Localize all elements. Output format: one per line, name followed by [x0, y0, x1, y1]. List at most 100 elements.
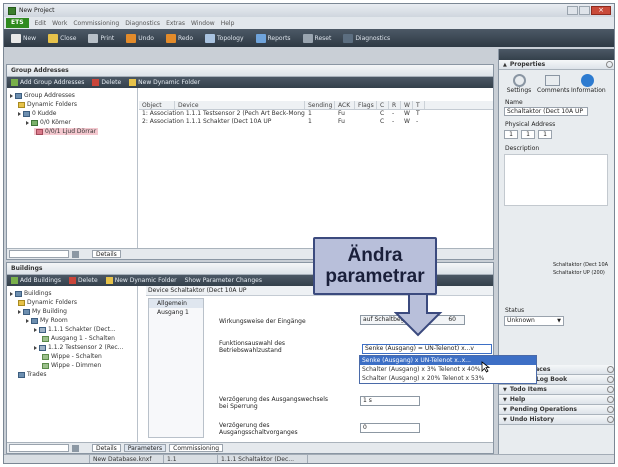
add-buildings-button[interactable]: Add Buildings: [11, 277, 61, 284]
menu-item-work[interactable]: Work: [52, 20, 67, 27]
group-address-icon: [36, 128, 43, 135]
menu-item-help[interactable]: Help: [221, 20, 235, 27]
dropdown-option[interactable]: Schalter (Ausgang) x 20% Telenot x 53%: [360, 374, 536, 383]
col-t[interactable]: T: [413, 101, 425, 109]
print-button[interactable]: Print: [85, 32, 117, 45]
param-tab-allgemein[interactable]: Allgemein: [149, 299, 203, 308]
col-w[interactable]: W: [401, 101, 413, 109]
filter-input[interactable]: [9, 444, 69, 452]
menu-item-edit[interactable]: Edit: [35, 20, 47, 27]
new-dynamic-folder-button[interactable]: New Dynamic Folder: [105, 277, 177, 284]
maximize-button[interactable]: [579, 6, 590, 15]
tab-commissioning[interactable]: Commissioning: [169, 444, 224, 452]
tree-item-komer[interactable]: 0/0 Kömer: [26, 119, 71, 126]
add-group-addresses-button[interactable]: Add Group Addresses: [11, 79, 84, 86]
address-line-input[interactable]: 1: [521, 130, 535, 139]
table-row[interactable]: 1: Association 1.1.1 Testsensor 2 (Pech …: [139, 110, 493, 118]
pin-icon[interactable]: [607, 406, 614, 413]
tree-item-schaltaktor[interactable]: 1.1.1 Schakter (Dect...: [34, 326, 116, 333]
tab-information[interactable]: Information: [571, 74, 606, 94]
tree-item-wippe-schalten[interactable]: Wippe - Schalten: [42, 353, 102, 360]
tree-item-group-addresses[interactable]: Group Addresses: [10, 92, 75, 99]
redo-button[interactable]: Redo: [163, 32, 196, 45]
tree-item-kudde[interactable]: 0 Kudde: [18, 110, 56, 117]
description-input[interactable]: [504, 154, 608, 206]
tree-item-ausgang[interactable]: Ausgang 1 - Schalten: [42, 335, 115, 342]
menu-item-window[interactable]: Window: [191, 20, 215, 27]
close-project-button[interactable]: Close: [45, 32, 79, 45]
section-help[interactable]: ▼ Help: [499, 395, 614, 405]
tab-settings[interactable]: Settings: [505, 74, 533, 94]
expand-icon: ▼: [503, 396, 507, 403]
reports-button[interactable]: Reports: [253, 32, 294, 45]
menu-item-extras[interactable]: Extras: [166, 20, 185, 27]
tab-details[interactable]: Details: [92, 444, 121, 452]
menu-item-commissioning[interactable]: Commissioning: [73, 20, 119, 27]
tree-item-wippe-dimmen[interactable]: Wippe - Dimmen: [42, 362, 101, 369]
diagnostics-button[interactable]: Diagnostics: [340, 32, 393, 45]
pin-icon[interactable]: [606, 61, 613, 68]
section-undo-history[interactable]: ▼ Undo History: [499, 415, 614, 425]
cell-object: 2: Association 1.1.1 Schakter (Dect 10A …: [142, 118, 272, 125]
new-button[interactable]: New: [8, 32, 39, 45]
pin-icon[interactable]: [607, 386, 614, 393]
tree-item-testsensor[interactable]: 1.1.2 Testsensor 2 (Rec...: [34, 344, 123, 351]
filter-input[interactable]: [9, 250, 69, 258]
delete-button[interactable]: Delete: [92, 79, 121, 86]
show-parameter-changes-button[interactable]: Show Parameter Changes: [185, 277, 262, 284]
param-label: Wirkungsweise der Eingänge: [219, 318, 306, 325]
tree-item-dynamic-folders[interactable]: Dynamic Folders: [18, 101, 77, 108]
sidebar-header: [499, 49, 614, 60]
col-r[interactable]: R: [389, 101, 401, 109]
param-input-ausgangsschalt[interactable]: 0: [360, 423, 420, 433]
col-device[interactable]: Device: [175, 101, 305, 109]
close-button[interactable]: ×: [591, 6, 611, 15]
reset-label: Reset: [314, 34, 332, 42]
minimize-button[interactable]: [567, 6, 578, 15]
col-c[interactable]: C: [377, 101, 389, 109]
dropdown-option[interactable]: Senke (Ausgang) x UN-Telenot x..x...: [360, 356, 536, 365]
tree-item-my-room[interactable]: My Room: [26, 317, 68, 324]
ets-menu-button[interactable]: ETS: [6, 18, 29, 28]
pin-icon[interactable]: [607, 396, 614, 403]
undo-button[interactable]: Undo: [123, 32, 157, 45]
filter-icon[interactable]: [72, 250, 79, 258]
param-select-verzogerung[interactable]: 1 s: [360, 396, 420, 406]
new-dynamic-folder-button[interactable]: New Dynamic Folder: [129, 79, 200, 86]
tree-item-my-building[interactable]: My Building: [18, 308, 67, 315]
section-title: Pending Operations: [509, 406, 577, 413]
tree-item-ljud-dorrar[interactable]: 0/0/1 Ljud Dörrar: [34, 128, 99, 135]
status-select[interactable]: Unknown ▼: [504, 316, 564, 326]
address-device-input[interactable]: 1: [538, 130, 552, 139]
delete-button[interactable]: Delete: [69, 277, 98, 284]
col-object[interactable]: Object: [139, 101, 175, 109]
filter-icon[interactable]: [72, 444, 79, 452]
topology-button[interactable]: Topology: [202, 32, 247, 45]
table-row[interactable]: 2: Association 1.1.1 Schakter (Dect 10A …: [139, 118, 493, 126]
tree-item-trades[interactable]: Trades: [18, 371, 47, 378]
dropdown-option[interactable]: Schalter (Ausgang) x 3% Telenot x 40%: [360, 365, 536, 374]
section-pending-operations[interactable]: ▼ Pending Operations: [499, 405, 614, 415]
tab-parameters[interactable]: Parameters: [123, 444, 167, 452]
pin-icon[interactable]: [607, 376, 614, 383]
section-todo-items[interactable]: ▼ Todo Items: [499, 385, 614, 395]
tab-comments[interactable]: Comments: [537, 74, 570, 94]
pin-icon[interactable]: [607, 416, 614, 423]
address-area-input[interactable]: 1: [504, 130, 518, 139]
col-flags[interactable]: Flags: [355, 101, 377, 109]
name-input[interactable]: Schaltaktor (Dect 10A UP: [504, 107, 588, 116]
param-tab-ausgang[interactable]: Ausgang 1: [149, 308, 203, 317]
reset-button[interactable]: Reset: [300, 32, 335, 45]
folder-icon: [129, 79, 137, 86]
tree-item-dynamic-folders[interactable]: Dynamic Folders: [18, 299, 77, 306]
undo-icon: [126, 33, 137, 43]
param-select-funktionsauswahl[interactable]: Senke (Ausgang) = UN-Telenot) x...v: [362, 344, 492, 354]
menu-item-diagnostics[interactable]: Diagnostics: [125, 20, 160, 27]
pin-icon[interactable]: [607, 366, 614, 373]
col-sending[interactable]: Sending: [305, 101, 335, 109]
tab-details[interactable]: Details: [92, 250, 121, 258]
group-object-icon: [42, 353, 49, 360]
col-ack[interactable]: ACK: [335, 101, 355, 109]
tree-item-buildings[interactable]: Buildings: [10, 290, 51, 297]
properties-section[interactable]: ▲ Properties: [499, 60, 614, 70]
